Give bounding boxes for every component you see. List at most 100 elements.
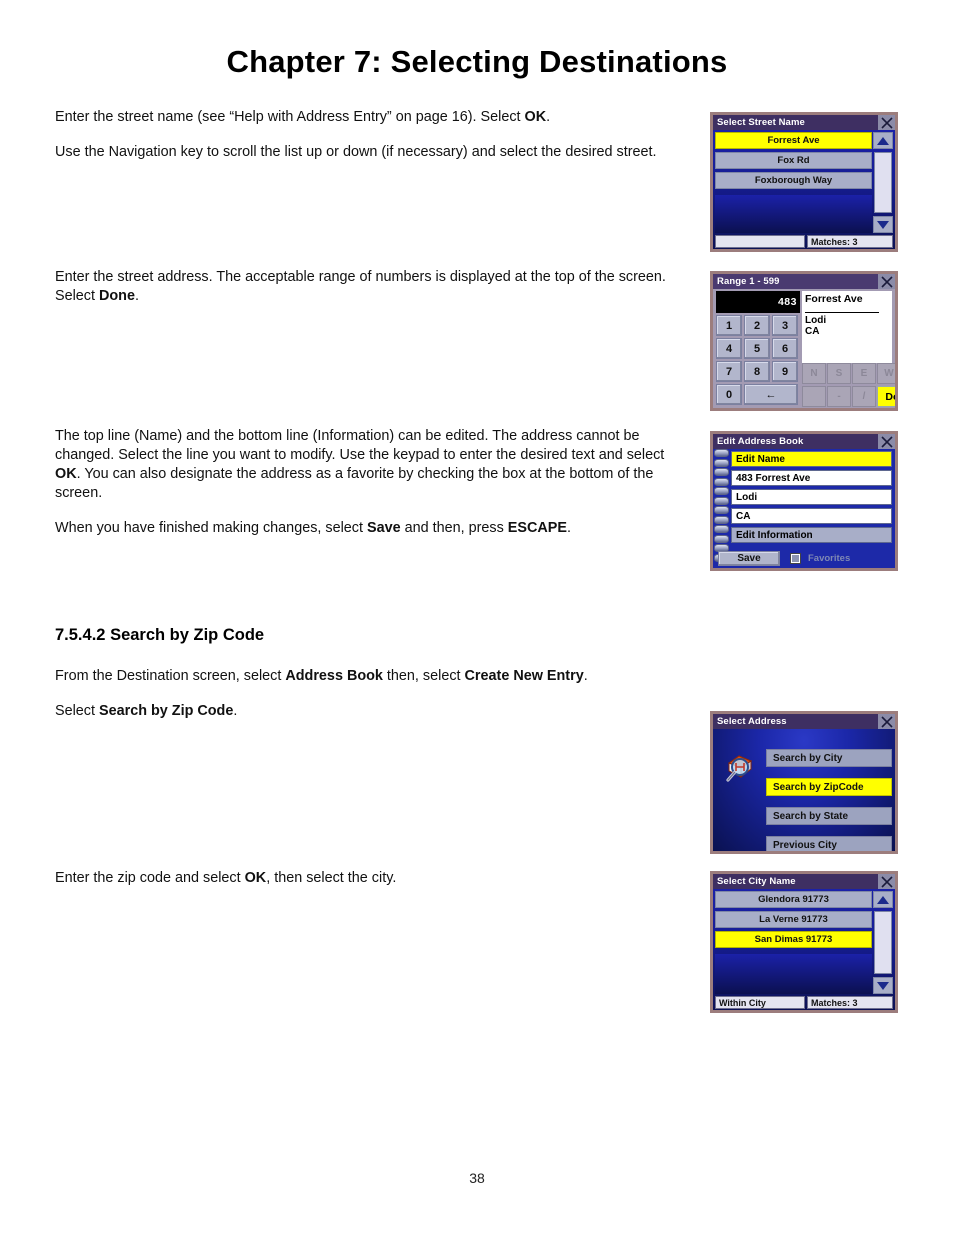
titlebar-label: Edit Address Book <box>717 436 804 447</box>
menu-body: Search by City Search by ZipCode Search … <box>713 729 895 851</box>
scrollbar[interactable] <box>873 891 893 994</box>
key-5[interactable]: 5 <box>744 338 770 359</box>
key-slash[interactable]: / <box>852 386 876 407</box>
p8-bold-ok: OK <box>244 870 267 886</box>
text-block-zip-section: 7.5.4.2 Search by Zip Code From the Dest… <box>55 626 680 737</box>
favorites-checkbox[interactable] <box>790 553 801 564</box>
key-8[interactable]: 8 <box>744 361 770 382</box>
key-east[interactable]: E <box>852 363 876 384</box>
titlebar-select-city-name: Select City Name <box>713 874 895 889</box>
key-blank[interactable]: . <box>802 386 826 407</box>
p7-bold-search-by-zip-code: Search by Zip Code <box>99 703 234 719</box>
titlebar-label: Range 1 - 599 <box>717 276 780 287</box>
edit-row-state[interactable]: CA <box>731 508 892 524</box>
p8-text-c: , then select the city. <box>266 870 397 886</box>
list-item[interactable]: Foxborough Way <box>715 172 872 189</box>
list-item[interactable]: La Verne 91773 <box>715 911 872 928</box>
done-button[interactable]: Done <box>877 386 895 407</box>
edit-row-city[interactable]: Lodi <box>731 489 892 505</box>
list-item-label: Glendora 91773 <box>758 894 829 905</box>
favorites-label: Favorites <box>808 553 851 564</box>
address-book-search-icon <box>721 751 757 787</box>
key-hyphen[interactable]: - <box>827 386 851 407</box>
status-field-left <box>715 235 806 248</box>
triangle-down-icon <box>877 220 889 229</box>
text-block-street-name: Enter the street name (see “Help with Ad… <box>55 108 680 178</box>
p4-bold-ok: OK <box>55 466 77 482</box>
key-4[interactable]: 4 <box>716 338 742 359</box>
menu-item-search-by-zipcode[interactable]: Search by ZipCode <box>766 778 892 796</box>
address-number-display: 483 <box>716 291 800 313</box>
list-item-label: Forrest Ave <box>767 135 820 146</box>
edit-row-information[interactable]: Edit Information <box>731 527 892 543</box>
menu-item-search-by-state[interactable]: Search by State <box>766 807 892 825</box>
key-1[interactable]: 1 <box>716 315 742 336</box>
key-6[interactable]: 6 <box>772 338 798 359</box>
key-9[interactable]: 9 <box>772 361 798 382</box>
list-item[interactable]: Fox Rd <box>715 152 872 169</box>
edit-row-name[interactable]: Edit Name <box>731 451 892 467</box>
edit-row-address[interactable]: 483 Forrest Ave <box>731 470 892 486</box>
text-block-street-address: Enter the street address. The acceptable… <box>55 268 680 322</box>
p1-text-c: . <box>546 109 551 125</box>
p3-bold-done: Done <box>99 288 135 304</box>
paragraph-enter-zip-code: Enter the zip code and select OK, then s… <box>55 869 680 888</box>
paragraph-enter-street-name: Enter the street name (see “Help with Ad… <box>55 108 680 127</box>
p1-bold-ok: OK <box>524 109 547 125</box>
p6-bold-create-new-entry: Create New Entry <box>464 668 584 684</box>
scrollbar-track[interactable] <box>874 911 892 974</box>
list-item[interactable]: Glendora 91773 <box>715 891 872 908</box>
p5-text-a: When you have finished making changes, s… <box>55 520 367 536</box>
section-heading: 7.5.4.2 Search by Zip Code <box>55 626 680 645</box>
screenshot-select-city-name: Select City Name Glendora 91773 La Verne… <box>710 871 898 1013</box>
key-0[interactable]: 0 <box>716 384 742 405</box>
key-south[interactable]: S <box>827 363 851 384</box>
paragraph-edit-lines: The top line (Name) and the bottom line … <box>55 427 680 503</box>
list-body: Forrest Ave Fox Rd Foxborough Way Matche… <box>713 130 895 249</box>
p4-text-a: The top line (Name) and the bottom line … <box>55 428 665 463</box>
close-icon[interactable] <box>878 274 895 289</box>
section-title: Search by Zip Code <box>110 626 265 644</box>
scroll-up-button[interactable] <box>873 891 893 908</box>
titlebar-label: Select Street Name <box>717 117 805 128</box>
close-icon[interactable] <box>878 115 895 130</box>
p1-text-a: Enter the street name (see “Help with Ad… <box>55 109 525 125</box>
key-2[interactable]: 2 <box>744 315 770 336</box>
keypad-row: 0 ← <box>716 384 800 407</box>
p3-text-c: . <box>134 288 139 304</box>
scroll-down-button[interactable] <box>873 977 893 994</box>
edit-field-list: Edit Name 483 Forrest Ave Lodi CA Edit I… <box>731 451 892 543</box>
save-button[interactable]: Save <box>718 551 780 566</box>
page-title: Chapter 7: Selecting Destinations <box>226 44 728 79</box>
key-3[interactable]: 3 <box>772 315 798 336</box>
menu-item-list: Search by City Search by ZipCode Search … <box>766 749 892 851</box>
screenshot-select-street-name: Select Street Name Forrest Ave Fox Rd Fo… <box>710 112 898 252</box>
keypad-row: 7 8 9 <box>716 361 800 384</box>
key-7[interactable]: 7 <box>716 361 742 382</box>
edit-footer: Save Favorites <box>718 551 891 566</box>
titlebar-range: Range 1 - 599 <box>713 274 895 289</box>
page-number: 38 <box>469 1170 485 1186</box>
key-north[interactable]: N <box>802 363 826 384</box>
menu-item-previous-city[interactable]: Previous City <box>766 836 892 851</box>
close-icon[interactable] <box>878 434 895 449</box>
key-west[interactable]: W <box>877 363 895 384</box>
scroll-up-button[interactable] <box>873 132 893 149</box>
close-icon[interactable] <box>878 874 895 889</box>
backspace-arrow-icon[interactable]: ← <box>744 384 798 405</box>
p7-text-a: Select <box>55 703 99 719</box>
paragraph-destination-screen: From the Destination screen, select Addr… <box>55 667 680 686</box>
scrollbar-track[interactable] <box>874 152 892 213</box>
paragraph-enter-street-address: Enter the street address. The acceptable… <box>55 268 680 306</box>
numeric-keypad: 1 2 3 4 5 6 7 8 9 0 ← <box>716 315 800 407</box>
scrollbar[interactable] <box>873 132 893 233</box>
close-icon[interactable] <box>878 714 895 729</box>
status-bar: Matches: 3 <box>715 235 893 248</box>
info-city: Lodi <box>805 315 827 326</box>
list-item[interactable]: San Dimas 91773 <box>715 931 872 948</box>
city-list: Glendora 91773 La Verne 91773 San Dimas … <box>715 891 872 994</box>
list-item[interactable]: Forrest Ave <box>715 132 872 149</box>
titlebar-label: Select Address <box>717 716 787 727</box>
scroll-down-button[interactable] <box>873 216 893 233</box>
menu-item-search-by-city[interactable]: Search by City <box>766 749 892 767</box>
